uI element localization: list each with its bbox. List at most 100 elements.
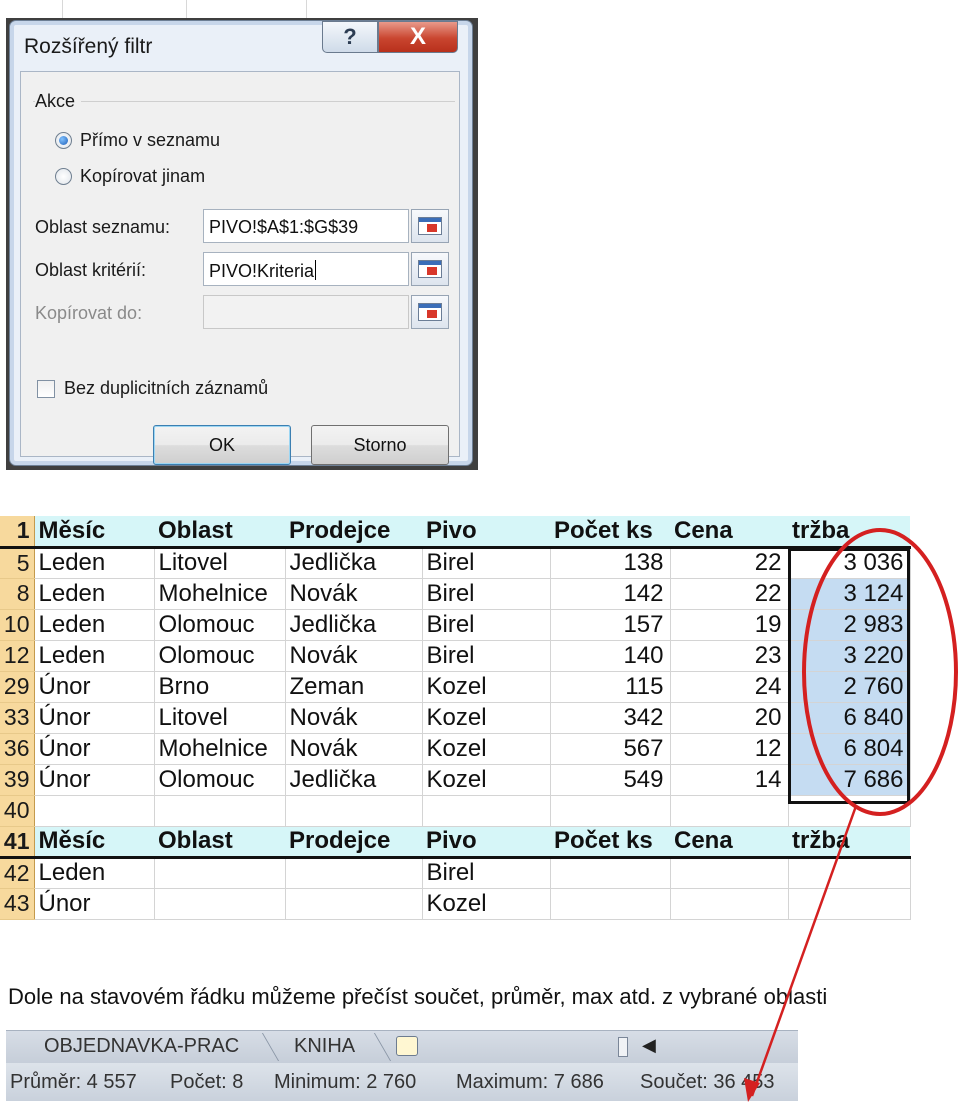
table-cell[interactable]: 6 804 (788, 733, 911, 765)
table-cell[interactable]: 19 (670, 609, 789, 641)
help-button[interactable]: ? (322, 21, 378, 53)
radio-in-place-row[interactable]: Přímo v seznamu (55, 130, 220, 151)
table-cell[interactable]: Olomouc (154, 609, 286, 641)
table-cell[interactable]: Jedlička (285, 764, 423, 796)
criteria-cell[interactable] (154, 888, 286, 920)
table-cell[interactable]: Novák (285, 578, 423, 610)
table-cell[interactable]: 549 (550, 764, 671, 796)
column-header-cell[interactable]: tržba (788, 516, 910, 549)
table-cell[interactable]: 115 (550, 671, 671, 703)
table-cell[interactable]: Leden (34, 640, 155, 672)
row-header[interactable]: 40 (0, 795, 35, 827)
row-header[interactable]: 41 (0, 826, 35, 859)
table-cell[interactable]: Leden (34, 578, 155, 610)
row-header[interactable]: 1 (0, 516, 35, 549)
ok-button[interactable]: OK (153, 425, 291, 465)
table-cell[interactable] (550, 795, 671, 827)
criteria-cell[interactable] (670, 857, 789, 889)
table-cell[interactable]: Zeman (285, 671, 423, 703)
row-header[interactable]: 29 (0, 671, 35, 703)
tab-kniha[interactable]: KNIHA (284, 1031, 365, 1061)
criteria-cell[interactable] (550, 888, 671, 920)
table-cell[interactable]: 157 (550, 609, 671, 641)
table-cell[interactable]: 140 (550, 640, 671, 672)
radio-copy-row[interactable]: Kopírovat jinam (55, 166, 205, 187)
unique-records-row[interactable]: Bez duplicitních záznamů (37, 378, 268, 399)
table-cell[interactable]: 7 686 (788, 764, 911, 796)
criteria-header-cell[interactable]: Počet ks (550, 826, 670, 859)
table-cell[interactable]: Birel (422, 547, 551, 579)
row-header[interactable]: 12 (0, 640, 35, 672)
table-cell[interactable]: Mohelnice (154, 578, 286, 610)
criteria-cell[interactable] (550, 857, 671, 889)
row-header[interactable]: 36 (0, 733, 35, 765)
table-cell[interactable]: Novák (285, 733, 423, 765)
table-cell[interactable]: Leden (34, 609, 155, 641)
criteria-cell[interactable] (670, 888, 789, 920)
row-header[interactable]: 42 (0, 857, 35, 889)
table-cell[interactable] (285, 795, 423, 827)
criteria-cell[interactable]: Kozel (422, 888, 551, 920)
criteria-range-input[interactable]: PIVO!Kriteria (203, 252, 409, 286)
criteria-header-cell[interactable]: Pivo (422, 826, 550, 859)
table-cell[interactable]: 2 760 (788, 671, 911, 703)
column-header-cell[interactable]: Počet ks (550, 516, 670, 549)
table-cell[interactable] (154, 795, 286, 827)
table-cell[interactable]: Leden (34, 547, 155, 579)
table-cell[interactable]: 22 (670, 547, 789, 579)
table-cell[interactable]: Jedlička (285, 547, 423, 579)
table-cell[interactable]: 14 (670, 764, 789, 796)
unique-records-checkbox[interactable] (37, 379, 55, 398)
table-cell[interactable]: Únor (34, 702, 155, 734)
column-header-cell[interactable]: Cena (670, 516, 788, 549)
row-header[interactable]: 39 (0, 764, 35, 796)
table-cell[interactable]: 138 (550, 547, 671, 579)
table-cell[interactable]: Jedlička (285, 609, 423, 641)
criteria-cell[interactable] (788, 857, 911, 889)
table-cell[interactable] (788, 795, 911, 827)
column-header-cell[interactable]: Pivo (422, 516, 550, 549)
criteria-header-cell[interactable]: Oblast (154, 826, 285, 859)
table-cell[interactable]: 3 220 (788, 640, 911, 672)
table-cell[interactable]: Novák (285, 702, 423, 734)
list-range-picker-button[interactable] (411, 209, 449, 243)
copy-to-input[interactable] (203, 295, 409, 329)
table-cell[interactable]: 3 036 (788, 547, 911, 579)
table-cell[interactable]: Kozel (422, 733, 551, 765)
table-cell[interactable]: 342 (550, 702, 671, 734)
new-sheet-icon[interactable] (396, 1036, 418, 1056)
table-cell[interactable] (422, 795, 551, 827)
criteria-cell[interactable] (285, 857, 423, 889)
criteria-header-cell[interactable]: Měsíc (34, 826, 154, 859)
criteria-cell[interactable] (788, 888, 911, 920)
table-cell[interactable]: Kozel (422, 671, 551, 703)
row-header[interactable]: 33 (0, 702, 35, 734)
copy-to-picker-button[interactable] (411, 295, 449, 329)
cancel-button[interactable]: Storno (311, 425, 449, 465)
criteria-cell[interactable]: Leden (34, 857, 155, 889)
criteria-cell[interactable]: Únor (34, 888, 155, 920)
criteria-header-cell[interactable]: Prodejce (285, 826, 422, 859)
table-cell[interactable]: 23 (670, 640, 789, 672)
table-cell[interactable]: Kozel (422, 764, 551, 796)
criteria-cell[interactable] (154, 857, 286, 889)
criteria-range-picker-button[interactable] (411, 252, 449, 286)
close-button[interactable]: X (378, 21, 458, 53)
table-cell[interactable]: 6 840 (788, 702, 911, 734)
criteria-cell[interactable]: Birel (422, 857, 551, 889)
radio-copy[interactable] (55, 168, 72, 185)
radio-in-place[interactable] (55, 132, 72, 149)
table-cell[interactable]: 3 124 (788, 578, 911, 610)
table-cell[interactable]: Litovel (154, 547, 286, 579)
criteria-cell[interactable] (285, 888, 423, 920)
table-cell[interactable]: Únor (34, 764, 155, 796)
table-cell[interactable]: 20 (670, 702, 789, 734)
criteria-header-cell[interactable]: tržba (788, 826, 910, 859)
table-cell[interactable]: Kozel (422, 702, 551, 734)
table-cell[interactable]: 22 (670, 578, 789, 610)
table-cell[interactable]: Únor (34, 671, 155, 703)
column-header-cell[interactable]: Oblast (154, 516, 285, 549)
table-cell[interactable]: Únor (34, 733, 155, 765)
table-cell[interactable]: Novák (285, 640, 423, 672)
row-header[interactable]: 10 (0, 609, 35, 641)
